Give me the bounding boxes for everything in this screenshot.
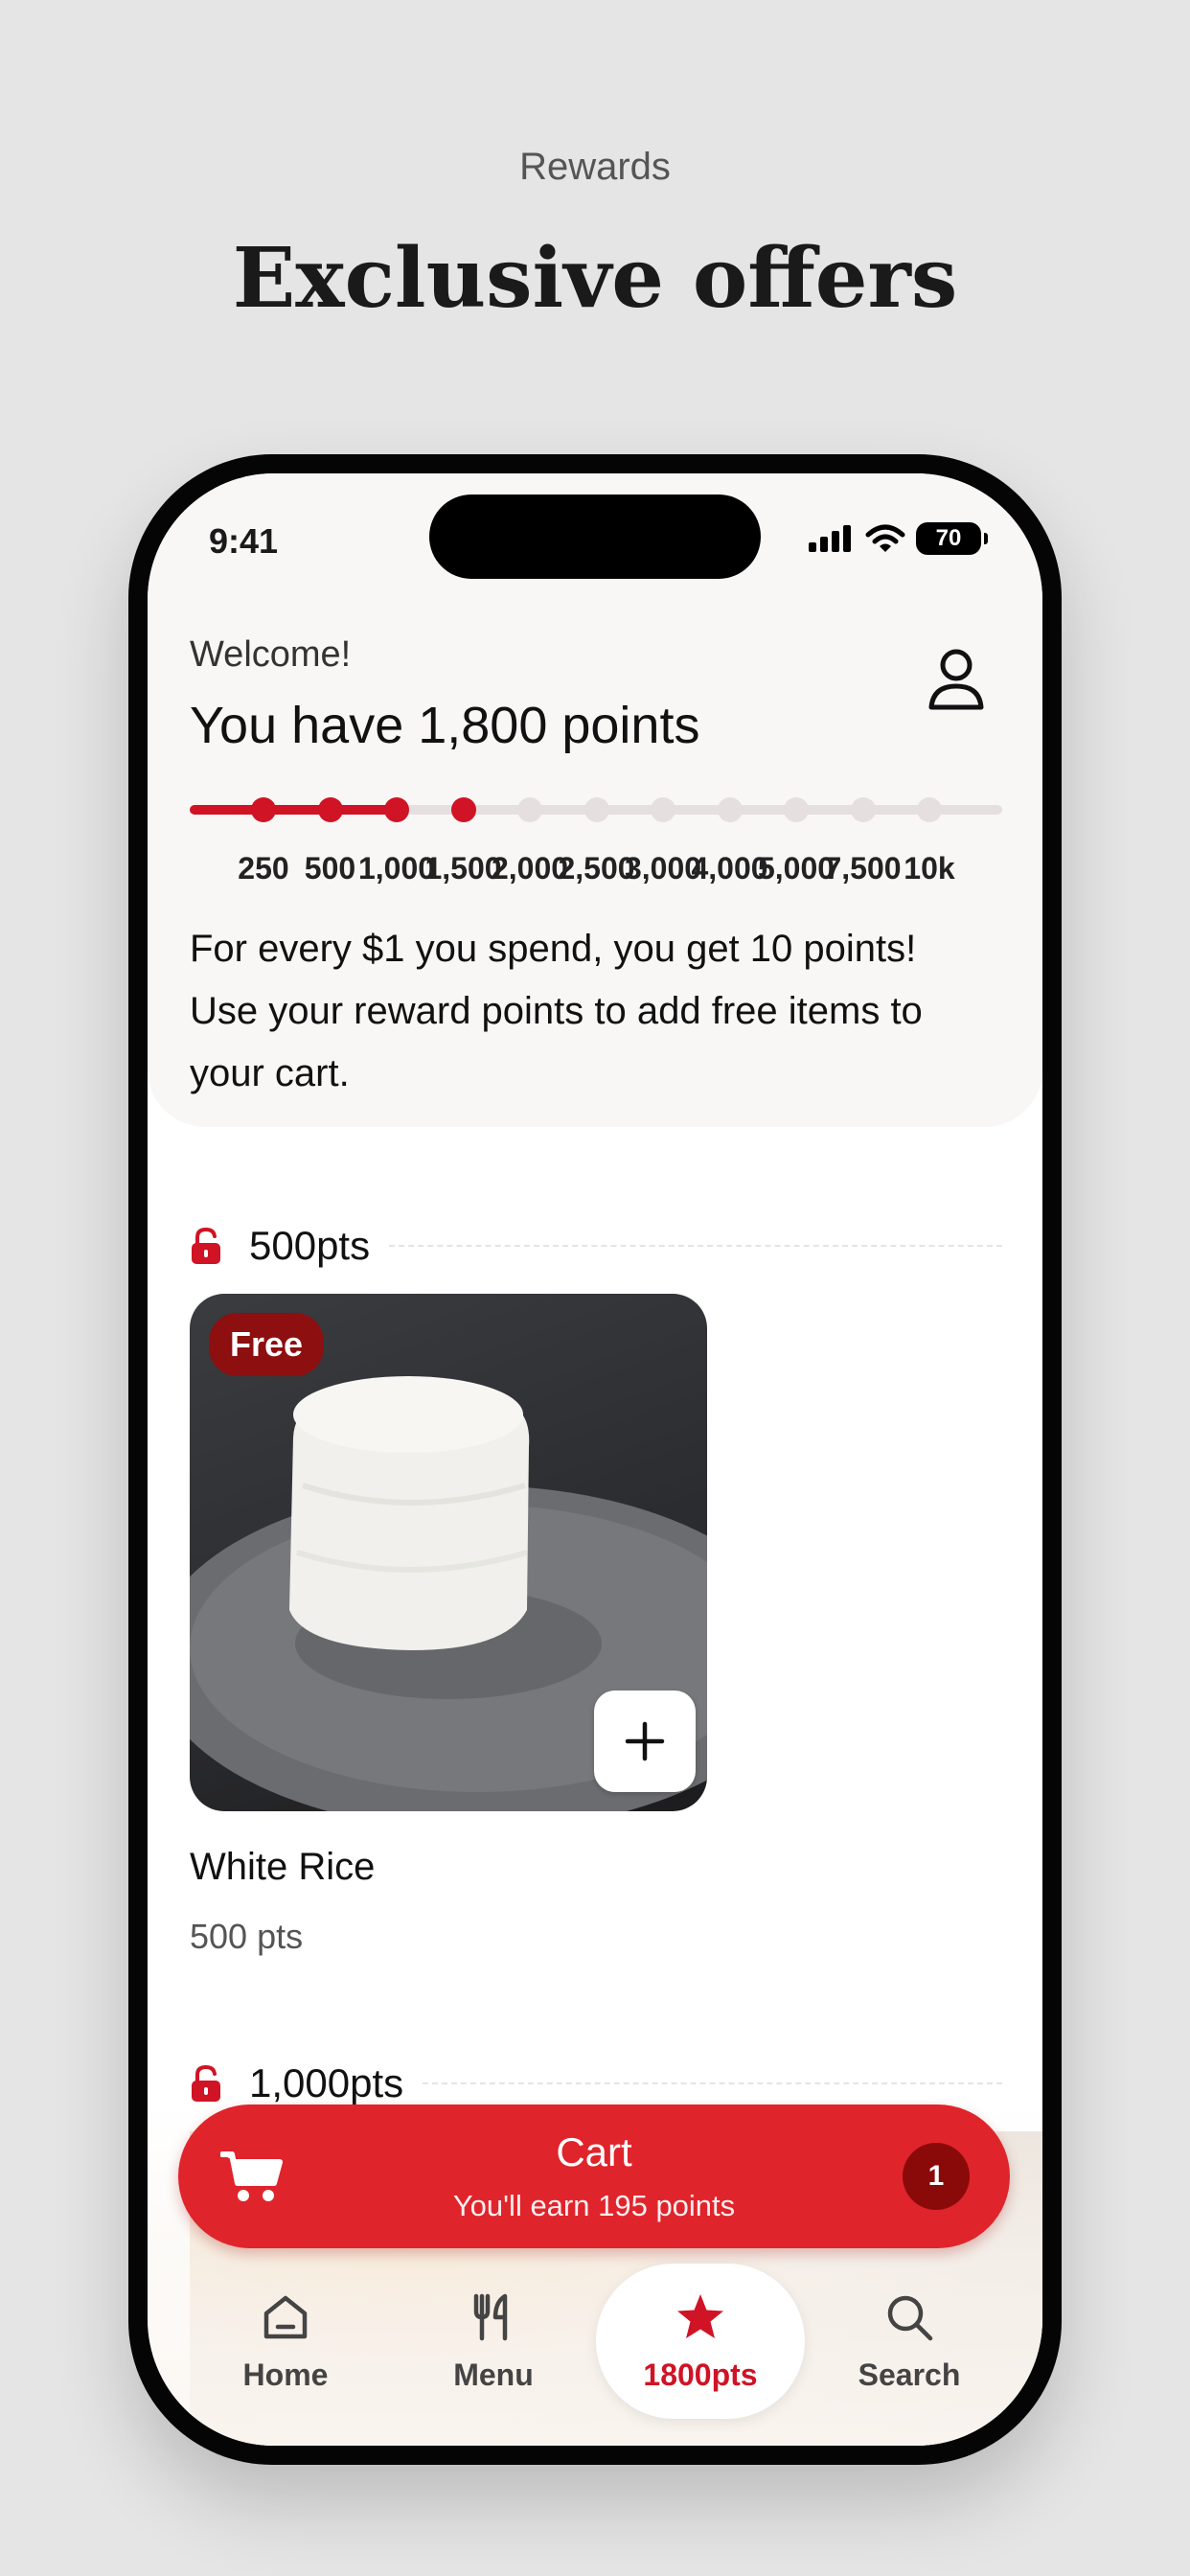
milestone-label: 7,500 xyxy=(824,851,902,886)
milestone-dot xyxy=(450,797,476,822)
product-points: 500 pts xyxy=(190,1917,304,1956)
product-name: White Rice xyxy=(190,1846,376,1888)
tier-label: 1,000pts xyxy=(249,2060,404,2105)
welcome-text: Welcome! xyxy=(190,634,352,675)
milestone-label: 3,000 xyxy=(624,851,702,886)
milestone-dot xyxy=(584,797,609,822)
tab-home[interactable]: Home xyxy=(181,2264,390,2419)
cellular-signal-icon xyxy=(809,525,851,552)
milestone-dot xyxy=(317,797,343,822)
milestone-label: 1,500 xyxy=(424,851,502,886)
battery-indicator: 70 xyxy=(916,522,988,555)
milestone-dot xyxy=(917,797,942,822)
promo-title: Exclusive offers xyxy=(232,230,958,327)
status-icons: 70 xyxy=(807,519,988,558)
points-progress-track xyxy=(190,797,1002,822)
promo-eyebrow: Rewards xyxy=(519,146,671,188)
milestone-label: 10k xyxy=(904,851,955,886)
dynamic-island xyxy=(429,494,761,579)
search-icon xyxy=(887,2295,933,2340)
tier-divider xyxy=(423,2082,1002,2084)
add-to-cart-button[interactable] xyxy=(594,1690,696,1792)
unlocked-lock-icon xyxy=(192,1227,220,1264)
milestone-dot xyxy=(384,797,409,822)
product-card-white-rice[interactable]: Free xyxy=(190,1294,707,1811)
milestone-dot xyxy=(651,797,675,822)
points-progress-fill xyxy=(190,805,401,815)
wifi-icon xyxy=(865,524,905,552)
milestone-label: 500 xyxy=(304,851,356,886)
free-badge: Free xyxy=(209,1313,325,1376)
tab-label: Search xyxy=(858,2357,961,2392)
app-screen: 9:41 70 Welcome! You have 1,800 points 2… xyxy=(148,473,1042,2446)
menu-utensils-icon xyxy=(473,2293,508,2340)
cart-button[interactable]: Cart You'll earn 195 points 1 xyxy=(178,2104,1010,2248)
phone-frame: 9:41 70 Welcome! You have 1,800 points 2… xyxy=(128,454,1062,2465)
milestone-label: 2,500 xyxy=(558,851,635,886)
tab-label: Home xyxy=(242,2357,329,2392)
cart-earn-points: You'll earn 195 points xyxy=(452,2189,736,2222)
tab-menu[interactable]: Menu xyxy=(389,2264,598,2419)
rewards-header-panel: 9:41 70 Welcome! You have 1,800 points 2… xyxy=(148,473,1042,1127)
milestone-dot xyxy=(784,797,809,822)
milestone-label: 5,000 xyxy=(757,851,835,886)
milestone-label: 4,000 xyxy=(691,851,768,886)
tier-header-500: 500pts xyxy=(190,1217,1002,1275)
tab-rewards[interactable]: 1800pts xyxy=(596,2264,805,2419)
status-time: 9:41 xyxy=(209,521,279,561)
plus-icon xyxy=(625,1721,665,1761)
bottom-tab-bar: Home Menu 1800pts Search xyxy=(148,2264,1042,2426)
star-icon xyxy=(677,2293,723,2338)
milestone-label: 2,000 xyxy=(491,851,569,886)
tab-label: 1800pts xyxy=(643,2357,758,2392)
cart-title: Cart xyxy=(556,2129,632,2174)
milestone-dot xyxy=(850,797,876,822)
cart-item-count-badge: 1 xyxy=(903,2143,970,2210)
milestone-dot xyxy=(717,797,743,822)
rewards-info-text: For every $1 you spend, you get 10 point… xyxy=(190,928,923,1094)
milestone-label: 250 xyxy=(238,851,289,886)
milestone-label: 1,000 xyxy=(357,851,436,886)
tab-label: Menu xyxy=(453,2357,534,2392)
tier-label: 500pts xyxy=(249,1223,371,1268)
profile-icon[interactable] xyxy=(926,644,987,713)
tab-search[interactable]: Search xyxy=(805,2264,1014,2419)
tier-divider xyxy=(389,1245,1002,1247)
points-balance-title: You have 1,800 points xyxy=(190,697,700,754)
milestone-dot xyxy=(251,797,276,822)
home-icon xyxy=(263,2295,308,2338)
milestone-dot xyxy=(517,797,542,822)
unlocked-lock-icon xyxy=(192,2064,220,2102)
